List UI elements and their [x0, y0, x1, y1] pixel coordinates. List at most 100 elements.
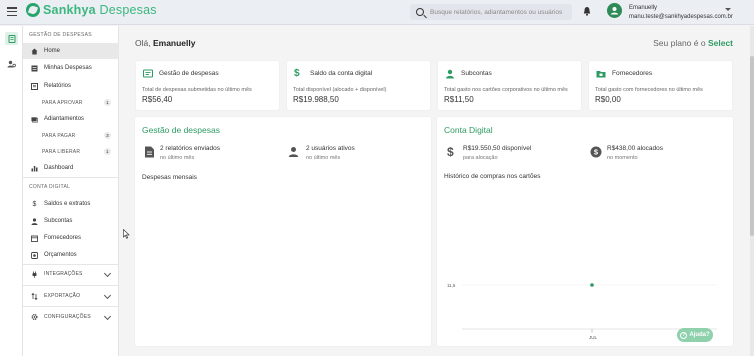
sidebar-item-dashboard[interactable]: Dashboard — [23, 160, 119, 176]
users-settings-icon — [7, 60, 16, 67]
sidebar-item-label: Dashboard — [44, 165, 74, 171]
card-title: Saldo da conta digital — [310, 70, 373, 77]
sidebar-item-label: Minhas Despesas — [44, 65, 92, 71]
sidebar-item-reports[interactable]: Relatórios — [23, 78, 119, 94]
mouse-cursor-icon — [123, 229, 130, 239]
summary-card-suppliers[interactable]: Fornecedores Total gasto com fornecedore… — [589, 61, 732, 110]
calendar-icon — [31, 235, 38, 242]
user-info[interactable]: Emanuelly manu.teste@sankhyadespesas.com… — [629, 4, 733, 22]
sidebar-item-to-approve[interactable]: PARA APROVAR 1 — [23, 96, 119, 110]
person-icon — [446, 69, 454, 79]
sidebar-item-label: Relatórios — [44, 83, 72, 89]
greeting-text: Olá, — [135, 38, 151, 48]
sidebar-item-integrations[interactable]: INTEGRAÇÕES — [23, 266, 119, 282]
brand-suffix: Despesas — [99, 3, 157, 17]
sidebar-item-settings[interactable]: CONFIGURAÇÕES — [23, 309, 119, 325]
reports-sent: 2 relatórios enviados — [160, 145, 220, 152]
user-icon — [610, 7, 619, 15]
sidebar-item-suppliers[interactable]: Fornecedores — [23, 230, 119, 246]
sidebar-item-label: EXPORTAÇÃO — [44, 293, 81, 299]
sidebar-item-label: Orçamentos — [44, 252, 77, 258]
search-icon — [416, 8, 424, 16]
budget-icon — [31, 251, 38, 259]
monthly-expenses-title: Despesas mensais — [142, 174, 197, 181]
count-badge: 1 — [104, 99, 111, 106]
bell-icon[interactable] — [583, 6, 591, 16]
divider — [23, 285, 119, 286]
top-bar: Sankhya Despesas Emanuelly manu.teste@sa… — [0, 0, 754, 25]
plug-icon — [31, 271, 38, 278]
card-title: Subcontas — [461, 70, 492, 77]
dollar-icon: $ — [294, 68, 300, 79]
sidebar-item-home[interactable]: Home — [23, 43, 119, 59]
receipt-icon — [8, 34, 15, 43]
greeting-name: Emanuelly — [152, 38, 196, 48]
panel-title: Gestão de despesas — [142, 125, 220, 135]
chevron-down-icon[interactable] — [725, 8, 731, 11]
expenses-icon — [143, 69, 153, 78]
plan-info: Seu plano é o Select — [653, 38, 733, 48]
scroll-thumb[interactable] — [750, 56, 754, 236]
data-point — [590, 283, 594, 287]
card-title: Fornecedores — [612, 70, 653, 77]
help-icon: ? — [680, 331, 688, 339]
sidebar-item-budgets[interactable]: Orçamentos — [23, 247, 119, 263]
chevron-down-icon — [103, 291, 112, 300]
sidebar-item-label: CONFIGURAÇÕES — [44, 314, 91, 320]
help-button[interactable]: ? Ajuda? — [677, 328, 713, 342]
report-icon — [31, 82, 38, 90]
card-title: Gestão de despesas — [159, 70, 219, 77]
divider — [23, 306, 119, 307]
sidebar-item-label: PARA PAGAR — [42, 133, 76, 139]
summary-card-expenses[interactable]: Gestão de despesas Total de despesas sub… — [136, 61, 279, 110]
plan-name[interactable]: Select — [708, 38, 733, 48]
y-tick-label: 11,5 — [447, 283, 456, 288]
divider — [23, 264, 119, 265]
search-box[interactable] — [410, 4, 572, 20]
card-description: Total disponível (alocado + disponível) — [293, 87, 387, 93]
search-input[interactable] — [430, 8, 570, 16]
sidebar-item-label: INTEGRAÇÕES — [44, 271, 83, 277]
chevron-down-icon — [103, 269, 112, 278]
home-icon — [31, 48, 38, 55]
person-icon — [288, 147, 299, 157]
card-value: R$19.988,50 — [293, 95, 339, 104]
menu-icon[interactable] — [7, 7, 17, 16]
document-icon — [145, 146, 154, 158]
sidebar-item-to-pay[interactable]: PARA PAGAR 3 — [23, 129, 119, 143]
rail-expenses[interactable] — [5, 32, 18, 45]
sidebar-item-label: PARA LIBERAR — [42, 149, 81, 155]
sidebar-item-label: Adiantamentos — [44, 116, 85, 122]
sidebar-item-advances[interactable]: Adiantamentos — [23, 111, 119, 127]
sidebar-item-subaccounts[interactable]: Subcontas — [23, 213, 119, 229]
card-value: R$56,40 — [142, 95, 173, 104]
plan-text: Seu plano é o — [653, 38, 706, 48]
sidebar-item-my-expenses[interactable]: Minhas Despesas — [23, 60, 119, 76]
card-description: Total de despesas submetidas no último m… — [142, 87, 252, 93]
user-email: manu.teste@sankhyadespesas.com.br — [629, 14, 733, 20]
dollar-icon: $ — [32, 200, 37, 208]
count-badge: 1 — [104, 148, 111, 155]
brand-logo[interactable]: Sankhya Despesas — [26, 3, 157, 17]
sidebar-item-label: Home — [44, 48, 61, 54]
section-title: CONTA DIGITAL — [29, 184, 71, 190]
stat-caption: no último mês — [160, 155, 195, 161]
rail-users[interactable] — [5, 57, 18, 70]
main-content: Olá, Emanuelly Seu plano é o Select Gest… — [120, 26, 750, 356]
summary-card-balance[interactable]: $ Saldo da conta digital Total disponíve… — [287, 61, 430, 110]
help-label: Ajuda? — [689, 332, 710, 338]
scrollbar[interactable] — [750, 26, 754, 356]
sidebar-item-to-release[interactable]: PARA LIBERAR 1 — [23, 145, 119, 159]
greeting: Olá, Emanuelly — [135, 38, 196, 48]
swap-icon — [31, 292, 38, 300]
summary-card-subaccounts[interactable]: Subcontas Total gasto nos cartões corpor… — [438, 61, 581, 110]
avatar[interactable] — [607, 3, 622, 18]
document-icon — [31, 65, 38, 72]
sidebar-item-label: Saldos e extratos — [44, 201, 91, 207]
brand-name: Sankhya — [43, 3, 96, 17]
sidebar-item-balances[interactable]: $ Saldos e extratos — [23, 196, 119, 212]
sidebar-item-export[interactable]: EXPORTAÇÃO — [23, 288, 119, 304]
card-value: R$0,00 — [595, 95, 621, 104]
expenses-panel: Gestão de despesas 2 relatórios enviados… — [135, 117, 431, 346]
purchases-chart: 11,5 JUL — [447, 283, 717, 340]
